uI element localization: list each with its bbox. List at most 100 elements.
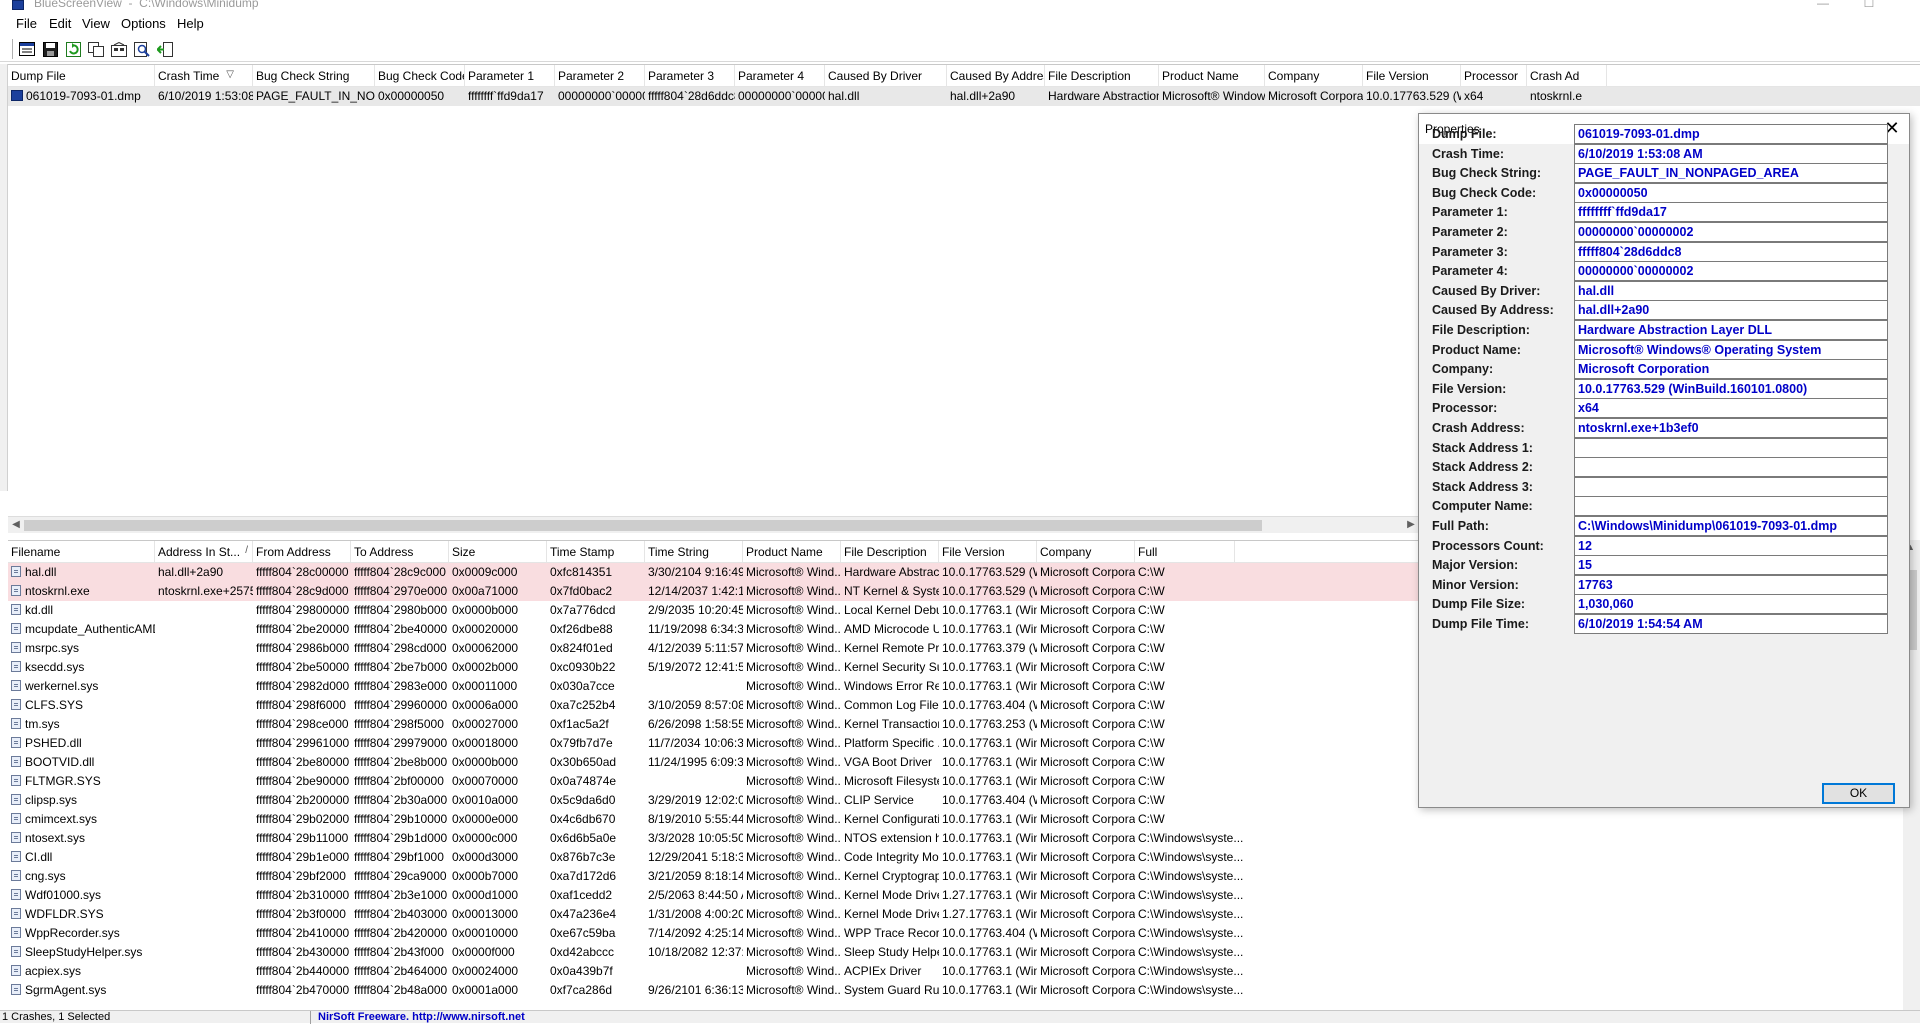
property-value-field[interactable]: 6/10/2019 1:53:08 AM — [1574, 143, 1888, 164]
col-to-address[interactable]: To Address — [351, 541, 449, 563]
property-value-field[interactable]: C:\Windows\Minidump\061019-7093-01.dmp — [1574, 516, 1888, 536]
col-dump-file[interactable]: Dump File — [8, 65, 155, 87]
col-from-address[interactable]: From Address — [253, 541, 351, 563]
exit-icon[interactable] — [156, 40, 174, 58]
col-bug-check-code[interactable]: Bug Check Code — [375, 65, 465, 87]
col-company[interactable]: Company — [1037, 541, 1135, 563]
module-file-icon — [11, 832, 21, 843]
size-cell: 0x0006a000 — [452, 698, 519, 712]
menu-options[interactable]: Options — [121, 16, 166, 31]
property-value-field[interactable]: 10.0.17763.529 (WinBuild.160101.0800) — [1574, 378, 1888, 399]
property-value-field[interactable]: Hardware Abstraction Layer DLL — [1574, 320, 1888, 340]
time-string-cell: 1/31/2008 4:00:20 ... — [648, 907, 743, 921]
property-value-field[interactable]: x64 — [1574, 398, 1888, 419]
col-parameter-1[interactable]: Parameter 1 — [465, 65, 555, 87]
col-file-version[interactable]: File Version — [939, 541, 1037, 563]
maximize-button[interactable]: ☐ — [1846, 0, 1892, 12]
property-value-field[interactable]: 00000000`00000002 — [1574, 222, 1888, 242]
property-value-field[interactable] — [1574, 496, 1888, 517]
module-row[interactable]: acpiex.sys fffff804`2b440000 fffff804`2b46… — [8, 962, 1920, 981]
dump-row[interactable]: 061019-7093-01.dmp 6/10/2019 1:53:08 ...… — [8, 87, 1920, 106]
col-bug-check-string[interactable]: Bug Check String — [253, 65, 375, 87]
col-crash-time[interactable]: Crash Time ▽ — [155, 65, 253, 87]
module-row[interactable]: cng.sys fffff804`29bf2000 fffff804`29ca900… — [8, 867, 1920, 886]
property-value-field[interactable]: Microsoft Corporation — [1574, 359, 1888, 380]
menu-view[interactable]: View — [82, 16, 110, 31]
col-file-version[interactable]: File Version — [1363, 65, 1461, 87]
save-icon[interactable] — [41, 40, 59, 58]
menu-help[interactable]: Help — [177, 16, 204, 31]
property-row: Company: Microsoft Corporation — [1419, 359, 1909, 380]
ok-button[interactable]: OK — [1822, 783, 1895, 804]
col-parameter-2[interactable]: Parameter 2 — [555, 65, 645, 87]
property-value-field[interactable] — [1574, 476, 1888, 497]
menu-file[interactable]: File — [16, 16, 37, 31]
property-value-field[interactable]: 1,030,060 — [1574, 594, 1888, 615]
time-stamp-cell: 0x7a776dcd — [550, 603, 616, 617]
minimize-button[interactable]: — — [1800, 0, 1846, 12]
property-value-field[interactable] — [1574, 437, 1888, 458]
property-value-field[interactable]: ntoskrnl.exe+1b3ef0 — [1574, 418, 1888, 438]
property-value-field[interactable]: fffff804`28d6ddc8 — [1574, 241, 1888, 262]
html-report-icon[interactable] — [110, 40, 128, 58]
status-count: 1 Crashes, 1 Selected — [2, 1011, 111, 1023]
col-caused-by-driver[interactable]: Caused By Driver — [825, 65, 947, 87]
property-value-field[interactable]: 00000000`00000002 — [1574, 261, 1888, 282]
property-value-field[interactable]: 12 — [1574, 535, 1888, 556]
scroll-thumb[interactable] — [24, 520, 1262, 531]
time-string-cell: 3/30/2104 9:16:49 ... — [648, 565, 743, 579]
property-value-field[interactable]: 0x00000050 — [1574, 182, 1888, 203]
property-value-field[interactable]: 15 — [1574, 555, 1888, 576]
scroll-right-icon[interactable]: ▶ — [1404, 519, 1418, 530]
module-row[interactable]: CI.dll fffff804`29b1e000 fffff804`29bf1000… — [8, 848, 1920, 867]
refresh-icon[interactable] — [64, 40, 82, 58]
col-parameter-4[interactable]: Parameter 4 — [735, 65, 825, 87]
full-path-cell: C:\W — [1138, 736, 1165, 750]
col-product-name[interactable]: Product Name — [1159, 65, 1265, 87]
size-cell: 0x00020000 — [452, 622, 519, 636]
col-product-name[interactable]: Product Name — [743, 541, 841, 563]
col-file-description[interactable]: File Description — [1045, 65, 1159, 87]
module-row[interactable]: SleepStudyHelper.sys fffff804`2b430000 fff… — [8, 943, 1920, 962]
property-value-field[interactable]: 061019-7093-01.dmp — [1574, 124, 1888, 144]
module-row[interactable]: WppRecorder.sys fffff804`2b410000 fffff804… — [8, 924, 1920, 943]
col-filename[interactable]: Filename — [8, 541, 155, 563]
module-row[interactable]: WDFLDR.SYS fffff804`2b3f0000 fffff804`2b40… — [8, 905, 1920, 924]
filename-cell: FLTMGR.SYS — [8, 772, 155, 791]
property-value-field[interactable] — [1574, 457, 1888, 478]
copy-icon[interactable] — [87, 40, 105, 58]
col-time-stamp[interactable]: Time Stamp — [547, 541, 645, 563]
scroll-left-icon[interactable]: ◀ — [9, 519, 23, 530]
col-time-string[interactable]: Time String — [645, 541, 743, 563]
col-caused-by-address[interactable]: Caused By Address — [947, 65, 1045, 87]
col-processor[interactable]: Processor — [1461, 65, 1527, 87]
col-full-path[interactable]: Full — [1135, 541, 1235, 563]
col-company[interactable]: Company — [1265, 65, 1363, 87]
col-file-description[interactable]: File Description — [841, 541, 939, 563]
col-address-in-stack[interactable]: Address In St... / — [155, 541, 253, 563]
property-row: Processor: x64 — [1419, 398, 1909, 419]
property-value-field[interactable]: hal.dll+2a90 — [1574, 300, 1888, 321]
property-value-field[interactable]: Microsoft® Windows® Operating System — [1574, 339, 1888, 360]
find-icon[interactable] — [133, 40, 151, 58]
product-name-cell: Microsoft® Wind... — [746, 888, 841, 902]
col-size[interactable]: Size — [449, 541, 547, 563]
size-cell: 0x0009c000 — [452, 565, 518, 579]
top-horizontal-scrollbar[interactable]: ◀ ▶ — [8, 516, 1420, 533]
col-parameter-3[interactable]: Parameter 3 — [645, 65, 735, 87]
address-in-stack-cell: hal.dll+2a90 — [158, 565, 224, 579]
module-row[interactable]: Wdf01000.sys fffff804`2b310000 fffff804`2b… — [8, 886, 1920, 905]
module-row[interactable]: ntosext.sys fffff804`29b11000 fffff804`29b… — [8, 829, 1920, 848]
properties-icon[interactable] — [18, 40, 36, 58]
menu-edit[interactable]: Edit — [49, 16, 71, 31]
module-row[interactable]: SgrmAgent.sys fffff804`2b470000 fffff804`2… — [8, 981, 1920, 1000]
property-value-field[interactable]: 17763 — [1574, 574, 1888, 595]
nirsoft-link[interactable]: NirSoft Freeware. http://www.nirsoft.net — [318, 1011, 525, 1023]
property-value-field[interactable]: 6/10/2019 1:54:54 AM — [1574, 614, 1888, 634]
col-crash-address[interactable]: Crash Ad — [1527, 65, 1607, 87]
module-row[interactable]: cmimcext.sys fffff804`29b02000 fffff804`29… — [8, 810, 1920, 829]
property-value-field[interactable]: PAGE_FAULT_IN_NONPAGED_AREA — [1574, 163, 1888, 184]
property-value-field[interactable]: hal.dll — [1574, 280, 1888, 301]
module-file-icon — [11, 851, 21, 862]
property-value-field[interactable]: ffffffff`ffd9da17 — [1574, 202, 1888, 223]
